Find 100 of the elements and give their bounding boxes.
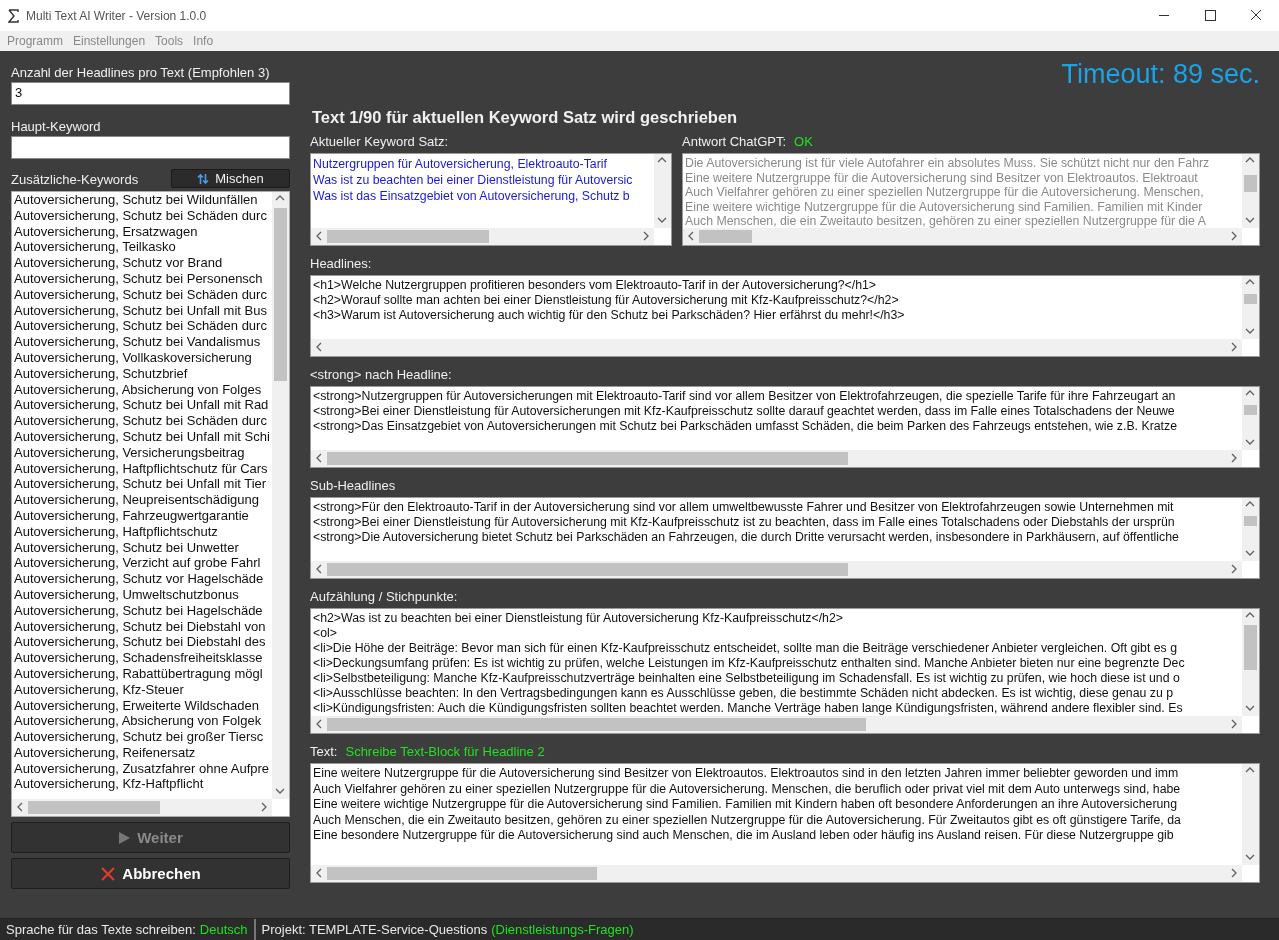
status-value: Deutsch	[199, 922, 248, 937]
close-icon	[100, 865, 117, 882]
list-item[interactable]: Autoversicherung, Neupreisentschädigung	[14, 492, 272, 508]
vertical-scrollbar[interactable]	[654, 154, 671, 228]
vertical-scrollbar[interactable]	[1242, 276, 1259, 339]
up-down-arrows-icon	[197, 172, 210, 185]
status-text: OK	[794, 134, 813, 149]
scroll-thumb[interactable]	[327, 867, 597, 880]
text-line: <li>Deckungsumfang prüfen: Es ist wichtig zu prüfen, welche Leistungen im Kfz-Kaufpreisschutz enthalten sind. Manche Anbieter bieten nur eine begrenzte Dec	[313, 656, 1186, 671]
scroll-thumb[interactable]	[1244, 625, 1257, 670]
list-item[interactable]: Autoversicherung, Haftpflichtschutz	[14, 523, 272, 540]
vertical-scrollbar[interactable]	[1242, 764, 1259, 865]
list-item[interactable]: Autoversicherung, Kfz-Steuer	[14, 681, 272, 698]
list-item[interactable]: Autoversicherung, Schutz vor Brand	[14, 255, 272, 271]
list-item[interactable]: Autoversicherung, Versicherungsbeitrag	[14, 444, 272, 461]
list-item[interactable]: Autoversicherung, Schutz bei Unwetter	[14, 539, 272, 556]
scroll-thumb[interactable]	[28, 801, 161, 814]
text-line: <h2>Was ist zu beachten bei einer Dienstleistung für Autoversicherung Kfz-Kaufpreisschutz</h2>	[313, 611, 844, 626]
scroll-thumb[interactable]	[1244, 293, 1257, 305]
input-field[interactable]	[11, 136, 290, 159]
list-item[interactable]: Autoversicherung, Haftpflichtschutz für Cars	[14, 460, 272, 477]
list-item[interactable]: Autoversicherung, Erweiterte Wildschaden	[14, 697, 272, 714]
scroll-thumb[interactable]	[274, 208, 287, 381]
vertical-scrollbar[interactable]	[1242, 154, 1259, 228]
scroll-thumb[interactable]	[327, 718, 867, 731]
list-item[interactable]: Autoversicherung, Schutz bei Diebstahl von	[14, 618, 272, 635]
list-item[interactable]: Autoversicherung, Schutz bei großer Tiersc	[14, 729, 272, 745]
scroll-thumb[interactable]	[1244, 175, 1257, 192]
text-line: <ol>	[313, 626, 338, 641]
text-line: Eine besondere Nutzergruppe für die Autoversicherung sind auch Menschen, die im Ausland leben oder häufig ins Ausland reisen. Für diese Nutzergruppe gib	[313, 828, 1175, 844]
horizontal-scrollbar[interactable]	[12, 799, 272, 816]
pane-label: Aufzählung / Stichpunkte:	[310, 589, 458, 604]
timeout-text: Timeout: 89 sec.	[1061, 58, 1260, 91]
cancel-button[interactable]: Abbrechen	[11, 858, 290, 889]
shuffle-button[interactable]: Mischen	[171, 169, 290, 188]
list-item[interactable]: Autoversicherung, Rabattübertragung mögl	[14, 665, 272, 682]
text-line: Die Autoversicherung ist für viele Autofahrer ein absolutes Muss. Sie schützt nicht nur den Fahrz	[685, 156, 1211, 171]
vertical-scrollbar[interactable]	[1242, 387, 1259, 450]
text-line: <li>Selbstbeteiligung: Manche Kfz-Kaufpreisschutzverträge beinhalten eine Selbstbeteiligung im Schadensfall. Es ist wichtig zu prüfen, wie hoch diese ist und o	[313, 671, 1181, 686]
pane-label: Aktueller Keyword Satz:	[310, 134, 448, 149]
list-item[interactable]: Autoversicherung, Kfz-Haftpflicht	[14, 776, 272, 793]
list-item[interactable]: Autoversicherung, Schutz bei Schäden durc	[14, 207, 272, 224]
vertical-scrollbar[interactable]	[1242, 609, 1259, 716]
list-item[interactable]: Autoversicherung, Absicherung von Folges	[14, 381, 272, 398]
horizontal-scrollbar[interactable]	[311, 716, 1242, 733]
pane-label: Antwort ChatGPT:	[682, 134, 787, 149]
text-line: <strong>Die Autoversicherung bietet Schutz bei Parkschäden an Fahrzeugen, die durch Dritte verursacht werden, insbesondere in Parkhäusern, auf öffentliche	[313, 530, 1180, 545]
text-line: <h3>Warum ist Autoversicherung auch wichtig für den Schutz bei Parkschäden? Hier erfährst du mehr!</h3>	[313, 308, 906, 323]
horizontal-scrollbar[interactable]	[311, 865, 1242, 882]
list-item[interactable]: Autoversicherung, Verzicht auf grobe Fahrl	[14, 555, 272, 572]
list-item[interactable]: Autoversicherung, Schutz bei Unfall mit Tier	[14, 476, 272, 493]
list-item[interactable]: Autoversicherung, Vollkaskoversicherung	[14, 349, 272, 366]
scroll-thumb[interactable]	[699, 230, 752, 243]
text-line: Eine weitere wichtige Nutzergruppe für die Autoversicherung sind Familien. Familien mit Kindern haben oft besondere Anforderungen an ihre Autoversicherung	[313, 797, 1178, 813]
list-item[interactable]: Autoversicherung, Schutz bei Hagelschäde	[14, 602, 272, 619]
list-item[interactable]: Autoversicherung, Ersatzwagen	[14, 223, 272, 240]
scroll-thumb[interactable]	[327, 452, 849, 465]
text-line: Eine weitere wichtige Nutzergruppe für die Autoversicherung sind Familien. Familien mit Kinder	[685, 199, 1204, 214]
field-label: Anzahl der Headlines pro Text (Empfohlen 3)	[11, 64, 271, 81]
status-value: (Dienstleistungs-Fragen)	[491, 922, 634, 937]
list-item[interactable]: Autoversicherung, Schutz bei Wildunfällen	[14, 192, 272, 208]
scroll-thumb[interactable]	[1244, 515, 1257, 527]
horizontal-scrollbar[interactable]	[683, 228, 1242, 245]
text-line: <li>Ausschlüsse beachten: In den Vertragsbedingungen kann es Ausschlüsse geben, die bestimmte Schäden nicht abdecken. Es ist wichtig, diese genau zu p	[313, 686, 1174, 701]
list-item[interactable]: Autoversicherung, Schadensfreiheitsklasse	[14, 650, 272, 666]
text-line: Eine weitere Nutzergruppe für die Autoversicherung sind Besitzer von Elektroautos. Elektroautos sind in den letzten Jahren immer beliebter geworden und imm	[313, 766, 1180, 782]
list-item[interactable]: Autoversicherung, Schutz bei Unfall mit Rad	[14, 397, 272, 414]
text-line: Auch Menschen, die ein Zweitauto besitzen, gehören zu einer speziellen Nutzergruppe für die A	[685, 214, 1207, 228]
scroll-thumb[interactable]	[1244, 404, 1257, 416]
list-item[interactable]: Autoversicherung, Umweltschutzbonus	[14, 586, 272, 603]
list-item[interactable]: Autoversicherung, Schutz bei Diebstahl des	[14, 634, 272, 651]
sigma-icon	[8, 8, 20, 23]
horizontal-scrollbar[interactable]	[311, 561, 1242, 578]
list-item[interactable]: Autoversicherung, Schutz bei Unfall mit Schi	[14, 428, 272, 445]
list-item[interactable]: Autoversicherung, Schutz vor Hagelschäde	[14, 571, 272, 587]
list-item[interactable]: Autoversicherung, Schutz bei Schäden durc	[14, 413, 272, 429]
pane-label: Headlines:	[310, 256, 372, 271]
horizontal-scrollbar[interactable]	[311, 228, 654, 245]
list-item[interactable]: Autoversicherung, Teilkasko	[14, 239, 272, 256]
input-field[interactable]: 3	[11, 82, 290, 105]
horizontal-scrollbar[interactable]	[311, 450, 1242, 467]
text-line: <strong>Nutzergruppen für Autoversicherungen mit Elektroauto-Tarif sind vor allem Besitzer von Elektrofahrzeugen, die spezielle Tarife für ihre Fahrzeugart an	[313, 389, 1177, 404]
list-item[interactable]: Autoversicherung, Schutz bei Vandalismus	[14, 334, 272, 350]
scroll-thumb[interactable]	[327, 230, 489, 243]
list-item[interactable]: Autoversicherung, Schutz bei Schäden durc	[14, 286, 272, 303]
list-item[interactable]: Autoversicherung, Absicherung von Folgek	[14, 713, 272, 730]
scroll-thumb[interactable]	[327, 563, 849, 576]
text-line: Was ist zu beachten bei einer Dienstleistung für Autoversic	[313, 172, 634, 188]
list-item[interactable]: Autoversicherung, Zusatzfahrer ohne Aufpre	[14, 760, 272, 777]
list-item[interactable]: Autoversicherung, Fahrzeugwertgarantie	[14, 507, 272, 524]
text-line: <h2>Worauf sollte man achten bei einer Dienstleistung für Autoversicherung mit Kfz-Kaufpreisschutz?</h2>	[313, 293, 900, 308]
horizontal-scrollbar[interactable]	[311, 339, 1242, 356]
vertical-scrollbar[interactable]	[1242, 498, 1259, 561]
section-heading: Text 1/90 für aktuellen Keyword Satz wird geschrieben	[312, 108, 739, 127]
list-item[interactable]: Autoversicherung, Schutzbrief	[14, 365, 272, 382]
list-item[interactable]: Autoversicherung, Schutz bei Personensch	[14, 271, 272, 287]
list-item[interactable]: Autoversicherung, Schutz bei Schäden durc	[14, 318, 272, 335]
list-item[interactable]: Autoversicherung, Reifenersatz	[14, 744, 272, 761]
list-item[interactable]: Autoversicherung, Schutz bei Unfall mit Bus	[14, 302, 272, 319]
vertical-scrollbar[interactable]	[272, 192, 289, 799]
